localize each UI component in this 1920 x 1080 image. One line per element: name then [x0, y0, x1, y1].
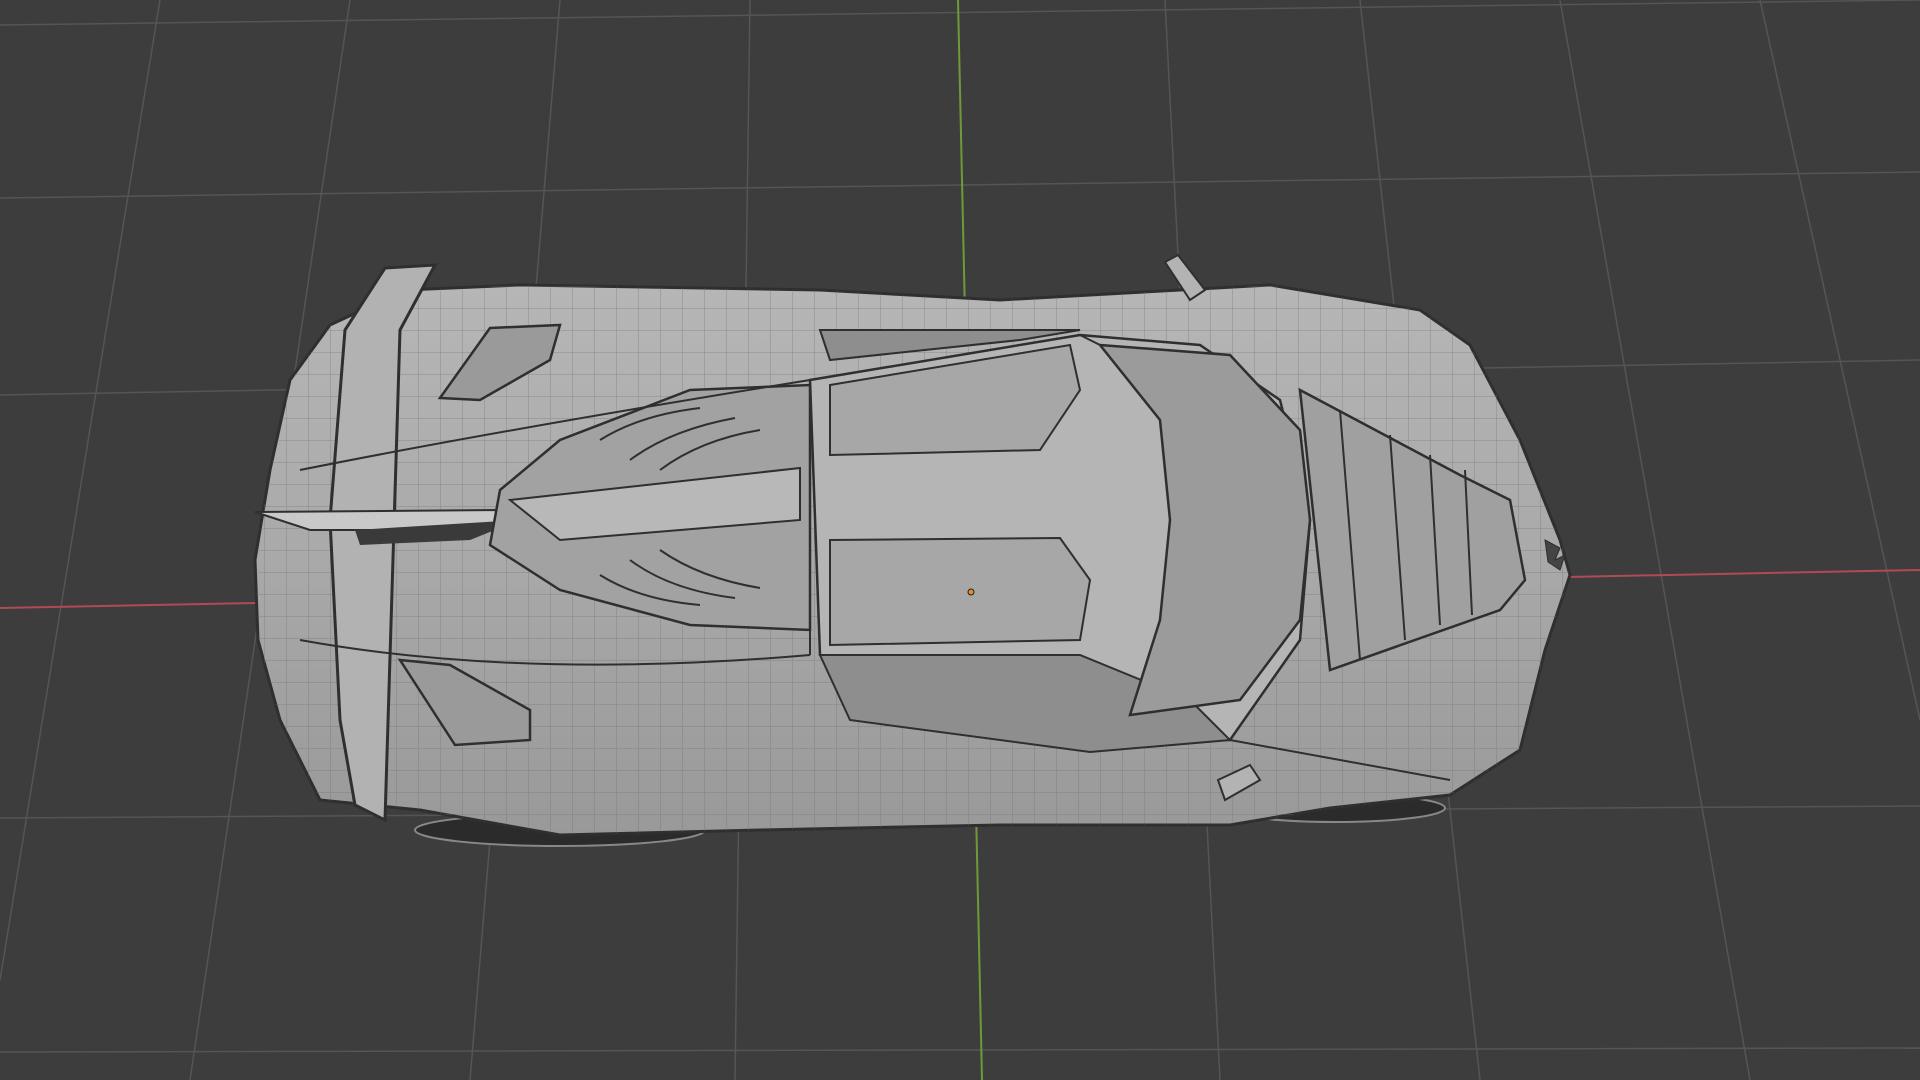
car-body-mesh[interactable] — [253, 253, 1572, 847]
object-origin[interactable] — [967, 588, 975, 596]
3d-viewport[interactable] — [0, 0, 1920, 1080]
roof-panel-lower — [829, 536, 1092, 647]
